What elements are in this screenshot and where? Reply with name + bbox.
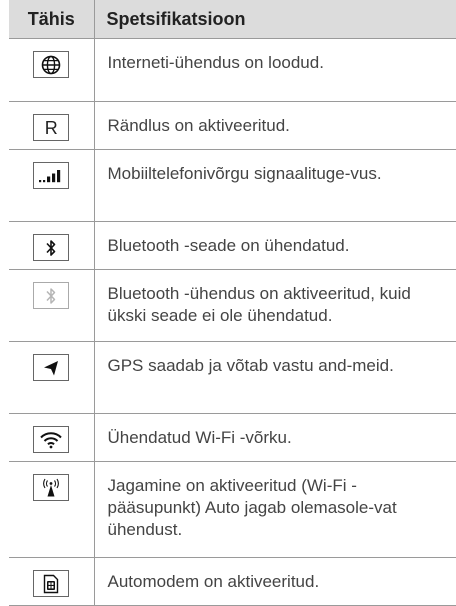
row-description: Mobiiltelefonivõrgu signaalituge-vus.	[94, 149, 456, 222]
table-row: R Rändlus on aktiveeritud.	[9, 101, 456, 150]
bluetooth-icon	[33, 234, 70, 261]
table-row: GPS saadab ja võtab vastu and-meid.	[9, 341, 456, 414]
table-header-row: Tähis Spetsifikatsioon	[9, 0, 456, 39]
table-row: Bluetooth -ühendus on aktiveeritud, kuid…	[9, 269, 456, 342]
wifi-icon	[33, 426, 70, 453]
row-description: Ühendatud Wi-Fi -võrku.	[94, 413, 456, 462]
roaming-r-glyph: R	[44, 117, 58, 138]
row-description: Interneti-ühendus on loodud.	[94, 38, 456, 102]
column-header-symbol: Tähis	[9, 0, 95, 39]
table-row: Mobiiltelefonivõrgu signaalituge-vus.	[9, 149, 456, 222]
bluetooth-inactive-icon	[33, 282, 70, 309]
row-description: Rändlus on aktiveeritud.	[94, 101, 456, 150]
column-header-specification: Spetsifikatsioon	[94, 0, 456, 39]
row-description: GPS saadab ja võtab vastu and-meid.	[94, 341, 456, 414]
table-row: Automodem on aktiveeritud.	[9, 557, 456, 606]
globe-icon	[33, 51, 70, 78]
table-row: Jagamine on aktiveeritud (Wi-Fi -pääsupu…	[9, 461, 456, 558]
symbol-specification-table: Tähis Spetsifikatsioon Interneti-ühendus…	[9, 0, 456, 606]
row-description: Bluetooth -seade on ühendatud.	[94, 221, 456, 270]
row-description: Jagamine on aktiveeritud (Wi-Fi -pääsupu…	[94, 461, 456, 558]
table-row: Bluetooth -seade on ühendatud.	[9, 221, 456, 270]
table-row: Ühendatud Wi-Fi -võrku.	[9, 413, 456, 462]
modem-sim-icon	[33, 570, 70, 597]
signal-strength-icon	[33, 162, 70, 189]
hotspot-icon	[33, 474, 70, 501]
row-description: Bluetooth -ühendus on aktiveeritud, kuid…	[94, 269, 456, 342]
table-row: Interneti-ühendus on loodud.	[9, 38, 456, 102]
gps-arrow-icon	[33, 354, 70, 381]
roaming-r-icon: R	[33, 114, 70, 141]
row-description: Automodem on aktiveeritud.	[94, 557, 456, 606]
